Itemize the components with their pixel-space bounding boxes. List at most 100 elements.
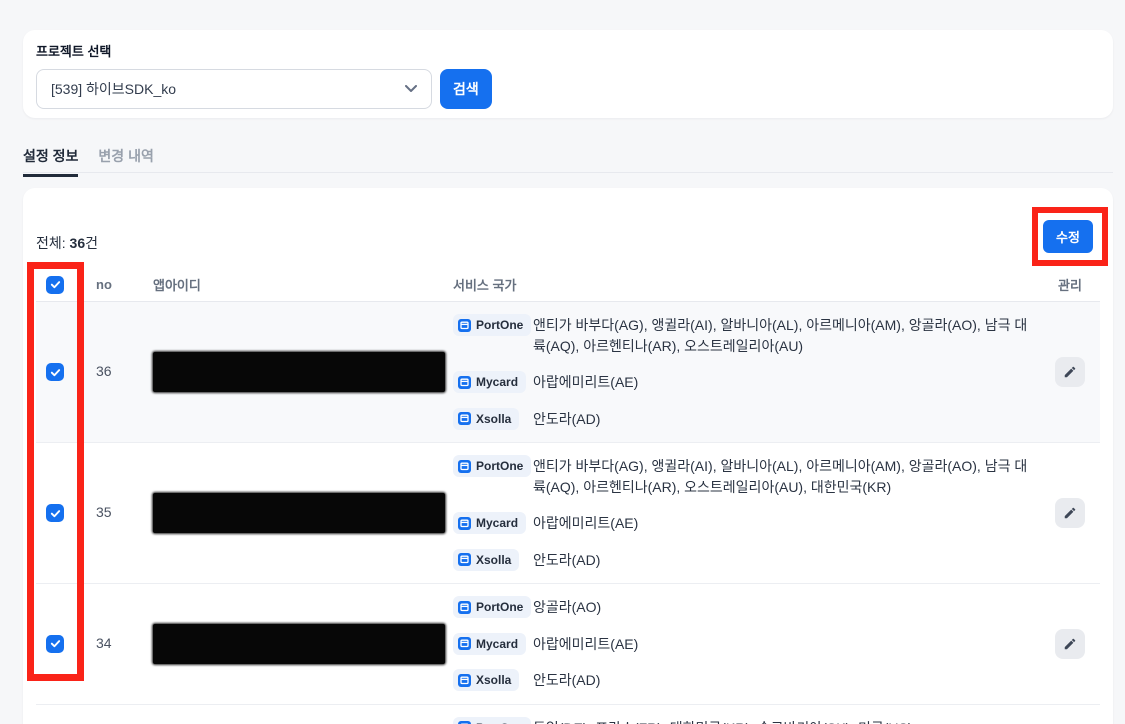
edit-button[interactable]: 수정: [1043, 220, 1093, 253]
provider-badge-portone: PortOne: [453, 314, 531, 336]
provider-icon: [458, 376, 471, 389]
provider-name: Mycard: [476, 637, 518, 651]
select-all-checkbox[interactable]: [46, 276, 64, 294]
provider-countries: 앤티가 바부다(AG), 앵귈라(AI), 알바니아(AL), 아르메니아(AM…: [533, 455, 1040, 498]
row-edit-button[interactable]: [1055, 498, 1085, 528]
provider-entry: Mycard 아랍에미리트(AE): [453, 633, 1040, 656]
provider-badge-mycard: Mycard: [453, 512, 526, 534]
project-select-label: 프로젝트 선택: [36, 41, 1100, 60]
provider-entry: PortOne 앤티가 바부다(AG), 앵귈라(AI), 알바니아(AL), …: [453, 314, 1040, 357]
app-id-cell: [153, 624, 453, 664]
settings-table-card: 전체: 36건 수정 no 앱아이디 서비스 국가 관리 36: [23, 188, 1113, 724]
redacted-app-id: [153, 352, 445, 392]
provider-name: Xsolla: [476, 553, 511, 567]
row-checkbox[interactable]: [46, 635, 64, 653]
provider-name: Xsolla: [476, 673, 511, 687]
provider-countries: 아랍에미리트(AE): [533, 633, 638, 655]
provider-icon: [458, 319, 471, 332]
app-id-cell: [153, 493, 453, 533]
service-country-cell: PortOne 독일(DE), 프랑스(FR), 대한민국(KR), 슬로바키아…: [453, 717, 1040, 724]
total-count: 36: [70, 235, 86, 251]
provider-countries: 앤티가 바부다(AG), 앵귈라(AI), 알바니아(AL), 아르메니아(AM…: [533, 314, 1040, 357]
provider-countries: 아랍에미리트(AE): [533, 371, 638, 393]
provider-icon: [458, 460, 471, 473]
provider-entry: PortOne 앤티가 바부다(AG), 앵귈라(AI), 알바니아(AL), …: [453, 455, 1040, 498]
total-prefix: 전체:: [36, 235, 70, 251]
pencil-icon: [1063, 506, 1077, 520]
provider-entry: Xsolla 안도라(AD): [453, 669, 1040, 692]
header-no: no: [96, 277, 153, 292]
row-edit-button[interactable]: [1055, 629, 1085, 659]
provider-badge-portone: PortOne: [453, 596, 531, 618]
table-row: 35 PortOne 앤티가 바부다(AG), 앵귈라(AI), 알바니아(AL…: [36, 443, 1100, 584]
provider-countries: 아랍에미리트(AE): [533, 512, 638, 534]
pencil-icon: [1063, 365, 1077, 379]
redacted-app-id: [153, 493, 445, 533]
provider-countries: 안도라(AD): [533, 408, 600, 430]
provider-icon: [458, 637, 471, 650]
provider-badge-mycard: Mycard: [453, 371, 526, 393]
row-checkbox[interactable]: [46, 504, 64, 522]
provider-name: PortOne: [476, 318, 523, 332]
provider-badge-portone: PortOne: [453, 455, 531, 477]
provider-countries: 독일(DE), 프랑스(FR), 대한민국(KR), 슬로바키아(SK), 미국…: [533, 717, 913, 724]
provider-entry: Xsolla 안도라(AD): [453, 549, 1040, 572]
row-edit-button[interactable]: [1055, 357, 1085, 387]
table-toolbar: 전체: 36건 수정: [36, 220, 1100, 253]
provider-name: Mycard: [476, 375, 518, 389]
provider-entry: Mycard 아랍에미리트(AE): [453, 371, 1040, 394]
provider-entry: PortOne 앙골라(AO): [453, 596, 1040, 619]
table-row: 36 PortOne 앤티가 바부다(AG), 앵귈라(AI), 알바니아(AL…: [36, 302, 1100, 443]
provider-badge-mycard: Mycard: [453, 633, 526, 655]
provider-countries: 안도라(AD): [533, 549, 600, 571]
provider-icon: [458, 412, 471, 425]
row-no: 36: [96, 363, 112, 379]
header-app-id: 앱아이디: [153, 275, 453, 294]
search-button[interactable]: 검색: [440, 69, 492, 109]
service-country-cell: PortOne 앤티가 바부다(AG), 앵귈라(AI), 알바니아(AL), …: [453, 314, 1040, 430]
page: 프로젝트 선택 [539] 하이브SDK_ko 검색 설정 정보 변경 내역 전…: [0, 0, 1125, 724]
project-select[interactable]: [539] 하이브SDK_ko: [36, 69, 432, 109]
provider-badge-xsolla: Xsolla: [453, 549, 519, 571]
table-row: 34 PortOne 앙골라(AO) Mycard: [36, 584, 1100, 705]
project-select-value: [539] 하이브SDK_ko: [51, 79, 176, 99]
provider-badge-xsolla: Xsolla: [453, 669, 519, 691]
provider-icon: [458, 553, 471, 566]
row-no: 35: [96, 504, 112, 520]
provider-name: PortOne: [476, 459, 523, 473]
provider-name: Xsolla: [476, 412, 511, 426]
provider-countries: 안도라(AD): [533, 669, 600, 691]
provider-name: PortOne: [476, 721, 523, 724]
provider-name: PortOne: [476, 600, 523, 614]
service-country-cell: PortOne 앙골라(AO) Mycard 아랍에미리트(AE): [453, 596, 1040, 692]
row-checkbox-cell: [36, 363, 96, 381]
tabs-divider: [23, 172, 1113, 173]
provider-badge-portone: PortOne: [453, 717, 531, 724]
table-header: no 앱아이디 서비스 국가 관리: [36, 268, 1100, 302]
total-suffix: 건: [85, 235, 98, 251]
redacted-app-id: [153, 624, 445, 664]
header-service-country: 서비스 국가: [453, 275, 1040, 294]
provider-countries: 앙골라(AO): [533, 596, 601, 618]
app-id-cell: [153, 352, 453, 392]
chevron-down-icon: [405, 85, 417, 93]
manage-cell: [1040, 498, 1100, 528]
provider-entry: Xsolla 안도라(AD): [453, 408, 1040, 431]
provider-entry: PortOne 독일(DE), 프랑스(FR), 대한민국(KR), 슬로바키아…: [453, 717, 1040, 724]
service-country-cell: PortOne 앤티가 바부다(AG), 앵귈라(AI), 알바니아(AL), …: [453, 455, 1040, 571]
provider-icon: [458, 601, 471, 614]
provider-entry: Mycard 아랍에미리트(AE): [453, 512, 1040, 535]
filter-row: [539] 하이브SDK_ko 검색: [36, 69, 1100, 109]
pencil-icon: [1063, 637, 1077, 651]
row-checkbox-cell: [36, 635, 96, 653]
provider-badge-xsolla: Xsolla: [453, 408, 519, 430]
header-manage: 관리: [1040, 275, 1100, 294]
total-count-text: 전체: 36건: [36, 233, 98, 253]
manage-cell: [1040, 629, 1100, 659]
manage-cell: [1040, 357, 1100, 387]
row-checkbox[interactable]: [46, 363, 64, 381]
table-row: PortOne 독일(DE), 프랑스(FR), 대한민국(KR), 슬로바키아…: [36, 705, 1100, 724]
provider-icon: [458, 517, 471, 530]
header-checkbox-cell: [36, 276, 96, 294]
row-no: 34: [96, 635, 112, 651]
